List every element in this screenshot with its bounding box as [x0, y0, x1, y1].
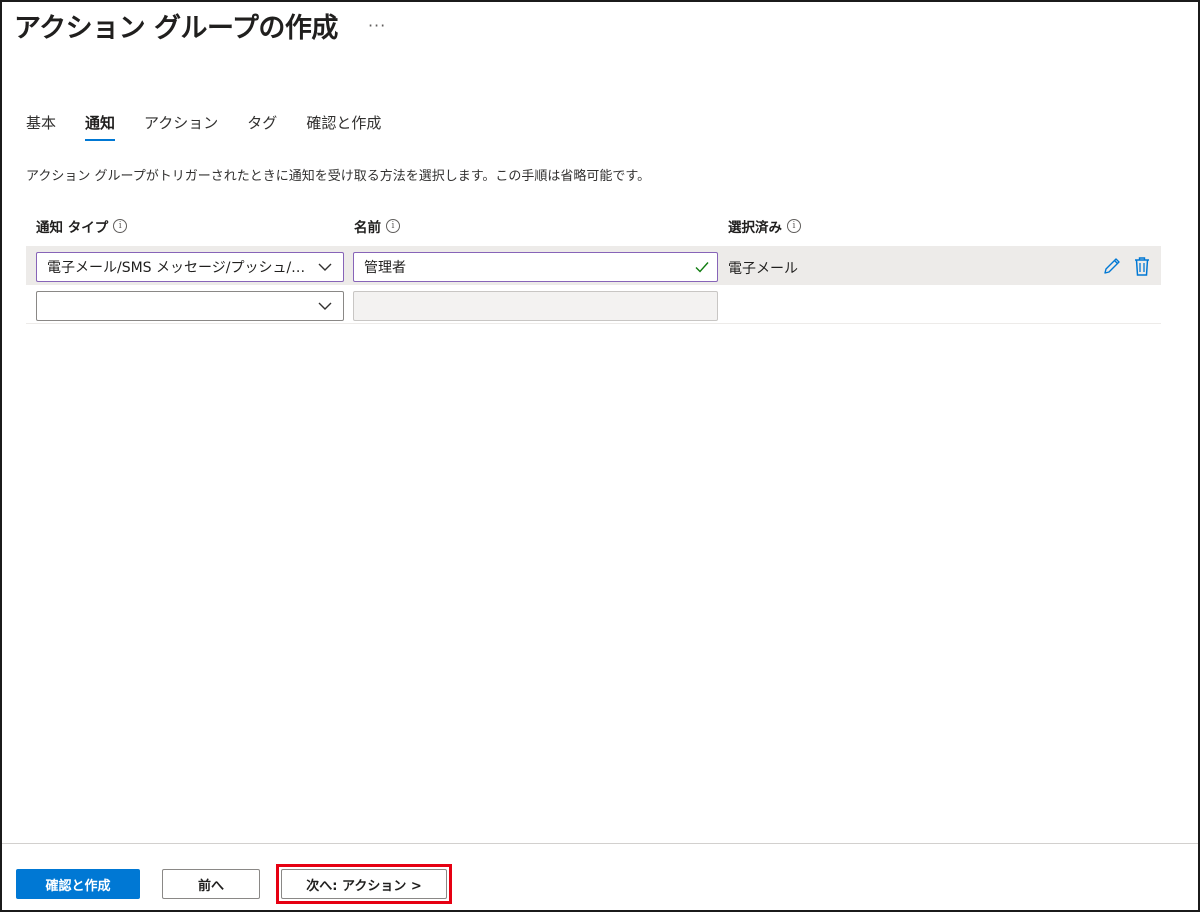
column-header-notification-type: 通知 タイプ i [36, 216, 128, 236]
column-header-name: 名前 i [354, 216, 400, 236]
tab-notifications[interactable]: 通知 [85, 112, 116, 141]
tab-bar: 基本 通知 アクション タグ 確認と作成 [26, 112, 410, 141]
column-header-label: 通知 タイプ [36, 220, 109, 236]
previous-button[interactable]: 前へ [162, 869, 260, 899]
page-title: アクション グループの作成 [14, 13, 338, 44]
notification-type-value: 電子メール/SMS メッセージ/プッシュ/… [47, 260, 306, 276]
title-row: アクション グループの作成 ··· [14, 6, 386, 45]
info-icon[interactable]: i [113, 219, 128, 233]
more-options-button[interactable]: ··· [368, 16, 386, 35]
column-header-label: 名前 [354, 220, 381, 236]
notification-type-select[interactable]: 電子メール/SMS メッセージ/プッシュ/… [36, 252, 344, 282]
tab-basics[interactable]: 基本 [26, 112, 56, 141]
notification-description: アクション グループがトリガーされたときに通知を受け取る方法を選択します。この手… [26, 169, 651, 184]
column-header-label: 選択済み [728, 220, 782, 236]
chevron-down-icon [318, 263, 332, 271]
info-icon[interactable]: i [787, 219, 801, 233]
review-create-button[interactable]: 確認と作成 [16, 869, 140, 899]
annotation-highlight-box [276, 864, 452, 904]
trash-icon[interactable] [1133, 256, 1151, 276]
tab-review-create[interactable]: 確認と作成 [306, 112, 381, 141]
column-header-selected: 選択済み i [728, 216, 801, 236]
name-input-value: 管理者 [364, 260, 406, 276]
tab-tags[interactable]: タグ [247, 112, 277, 141]
tab-actions[interactable]: アクション [144, 112, 218, 141]
selected-notification-value: 電子メール [728, 261, 798, 277]
checkmark-icon [695, 262, 709, 273]
name-input[interactable]: 管理者 [353, 252, 718, 282]
chevron-down-icon [318, 302, 332, 310]
notification-type-select-empty[interactable] [36, 291, 344, 321]
footer-divider [2, 843, 1198, 844]
row-divider [26, 323, 1161, 324]
info-icon[interactable]: i [386, 219, 400, 233]
pencil-icon[interactable] [1102, 256, 1122, 276]
name-input-disabled [353, 291, 718, 321]
